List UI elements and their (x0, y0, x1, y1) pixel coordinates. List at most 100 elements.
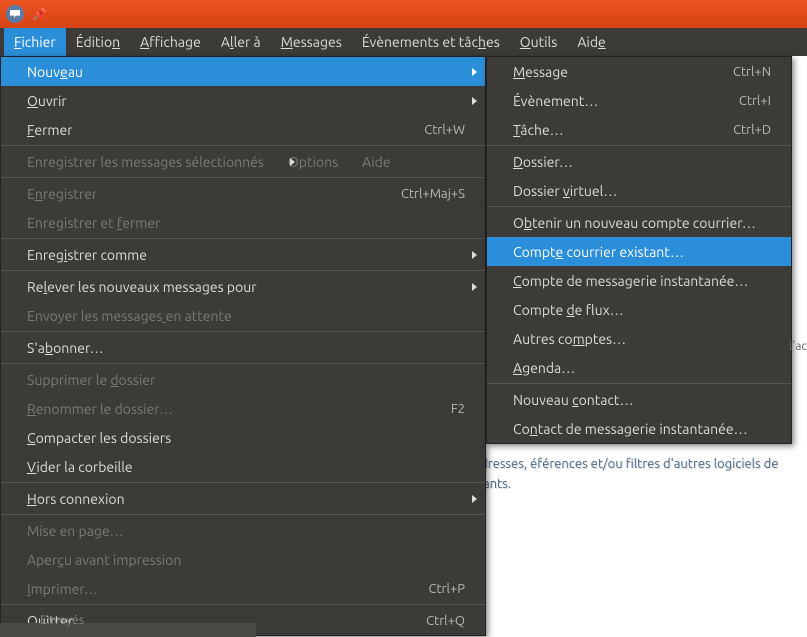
file-menu-item-25: Imprimer… Ctrl+P (1, 574, 485, 603)
file-menu-item-18[interactable]: Compacter les dossiers (1, 423, 485, 452)
file-menu-item-19[interactable]: Vider la corbeille (1, 452, 485, 481)
file-menu-item-2[interactable]: FermerCtrl+W (1, 115, 485, 144)
new-menu-item-10[interactable]: Compte de flux… (487, 295, 791, 324)
file-menu-separator (1, 514, 485, 515)
file-menu-label: Ouvrir (27, 93, 465, 109)
file-menu-label: Enregistrer et fermer (27, 215, 465, 231)
new-menu-label: Dossier virtuel… (513, 183, 771, 199)
new-menu-item-4[interactable]: Dossier… (487, 147, 791, 176)
file-menu-item-6: Enregistrer Ctrl+Maj+S (1, 179, 485, 208)
pin-icon[interactable]: 📌 (32, 7, 47, 21)
menubar-item-fichier[interactable]: Fichier (4, 28, 66, 56)
sidebar-sent-label: Envoyés (40, 614, 84, 627)
menubar-item-aide[interactable]: Aide (567, 28, 615, 56)
file-menu-label: Supprimer le dossier (27, 372, 465, 388)
new-menu-label: Compte de flux… (513, 302, 771, 318)
new-menu-label: Nouveau contact… (513, 392, 771, 408)
shortcut-label: F2 (451, 402, 465, 416)
chevron-right-icon (472, 251, 477, 259)
file-menu-separator (1, 331, 485, 332)
new-menu-item-7[interactable]: Obtenir un nouveau compte courrier… (487, 208, 791, 237)
new-menu-label: Contact de messagerie instantanée… (513, 421, 771, 437)
new-menu-label: Obtenir un nouveau compte courrier… (513, 215, 771, 231)
new-menu-separator (487, 383, 791, 384)
file-menu-label: S'abonner… (27, 340, 465, 356)
new-menu-item-1[interactable]: Évènement… Ctrl+I (487, 86, 791, 115)
new-menu-item-9[interactable]: Compte de messagerie instantanée… (487, 266, 791, 295)
new-menu-item-5[interactable]: Dossier virtuel… (487, 176, 791, 205)
file-menu-label: Relever les nouveaux messages pour (27, 279, 465, 295)
chevron-right-icon (472, 68, 477, 76)
file-menu-item-7: Enregistrer et fermer (1, 208, 485, 237)
file-menu-item-14[interactable]: S'abonner… (1, 333, 485, 362)
new-menu-separator (487, 145, 791, 146)
file-menu-item-11[interactable]: Relever les nouveaux messages pour (1, 272, 485, 301)
file-menu-item-24: Aperçu avant impression (1, 545, 485, 574)
file-menu-item-1[interactable]: Ouvrir (1, 86, 485, 115)
shortcut-label: Ctrl+P (428, 582, 465, 596)
file-menu-label: Imprimer… (27, 581, 408, 597)
file-menu-separator (1, 270, 485, 271)
chevron-right-icon (290, 158, 295, 166)
new-menu-item-8[interactable]: Compte courrier existant… (487, 237, 791, 266)
thunderbird-icon (6, 5, 24, 23)
sidebar-bottom-strip (0, 623, 256, 637)
file-menu-separator (1, 482, 485, 483)
file-menu-item-0[interactable]: Nouveau (1, 57, 485, 86)
right-text-sliver: l'ac (789, 340, 807, 353)
new-menu-label: Évènement… (513, 93, 719, 109)
file-menu-label: Mise en page… (27, 523, 465, 539)
new-menu-item-0[interactable]: Message Ctrl+N (487, 57, 791, 86)
shortcut-label: Ctrl+Q (426, 614, 465, 628)
shortcut-label: Ctrl+I (739, 94, 771, 108)
file-menu-separator (1, 177, 485, 178)
menubar: FichierÉditionAffichageAller àMessagesÉv… (0, 28, 807, 56)
file-menu-separator (1, 145, 485, 146)
menubar-item-aller-[interactable]: Aller à (211, 28, 271, 56)
file-menu-special-seg2: Options (288, 154, 338, 170)
menubar-item--v-nements-et-t-ches[interactable]: Évènements et tâches (352, 28, 510, 56)
file-menu-item-9[interactable]: Enregistrer comme (1, 240, 485, 269)
menubar-item-outils[interactable]: Outils (510, 28, 568, 56)
file-menu-special-seg1: Enregistrer les messages sélectionnés (27, 154, 264, 170)
new-menu-label: Agenda… (513, 360, 771, 376)
file-menu-item-16: Supprimer le dossier (1, 365, 485, 394)
chevron-right-icon (472, 495, 477, 503)
new-menu-label: Message (513, 64, 713, 80)
new-submenu-dropdown: Message Ctrl+N Évènement… Ctrl+I Tâche…Ctrl+… (486, 56, 792, 444)
new-menu-label: Dossier… (513, 154, 771, 170)
menubar-item-messages[interactable]: Messages (271, 28, 352, 56)
file-menu-label: Compacter les dossiers (27, 430, 465, 446)
new-menu-item-14[interactable]: Nouveau contact… (487, 385, 791, 414)
titlebar: 📌 (0, 0, 807, 28)
chevron-right-icon (472, 283, 477, 291)
new-menu-item-2[interactable]: Tâche…Ctrl+D (487, 115, 791, 144)
file-menu-separator (1, 604, 485, 605)
file-menu-label: Vider la corbeille (27, 459, 465, 475)
file-menu-label: Hors connexion (27, 491, 465, 507)
menubar-item--dition[interactable]: Édition (66, 28, 130, 56)
menubar-item-affichage[interactable]: Affichage (130, 28, 211, 56)
file-menu-item-4[interactable]: Enregistrer les messages sélectionnés Opt… (1, 147, 485, 176)
file-menu-label: Enregistrer (27, 186, 381, 202)
new-menu-separator (487, 206, 791, 207)
file-menu-label: Enregistrer comme (27, 247, 465, 263)
file-menu-item-12: Envoyer les messages en attente (1, 301, 485, 330)
file-menu-item-21[interactable]: Hors connexion (1, 484, 485, 513)
shortcut-label: Ctrl+N (733, 65, 771, 79)
shortcut-label: Ctrl+Maj+S (401, 187, 465, 201)
file-menu-special-seg3: Aide (362, 154, 390, 170)
new-menu-item-12[interactable]: Agenda… (487, 353, 791, 382)
file-menu-dropdown: Nouveau Ouvrir FermerCtrl+W Enregistrer les… (0, 56, 486, 636)
new-menu-item-11[interactable]: Autres comptes… (487, 324, 791, 353)
file-menu-label: Aperçu avant impression (27, 552, 465, 568)
shortcut-label: Ctrl+D (733, 123, 771, 137)
chevron-right-icon (472, 97, 477, 105)
new-menu-label: Compte de messagerie instantanée… (513, 273, 771, 289)
new-menu-label: Autres comptes… (513, 331, 771, 347)
new-menu-item-15[interactable]: Contact de messagerie instantanée… (487, 414, 791, 443)
file-menu-label: Nouveau (27, 64, 465, 80)
file-menu-separator (1, 238, 485, 239)
file-menu-label: Fermer (27, 122, 404, 138)
file-menu-label: Renommer le dossier… (27, 401, 431, 417)
